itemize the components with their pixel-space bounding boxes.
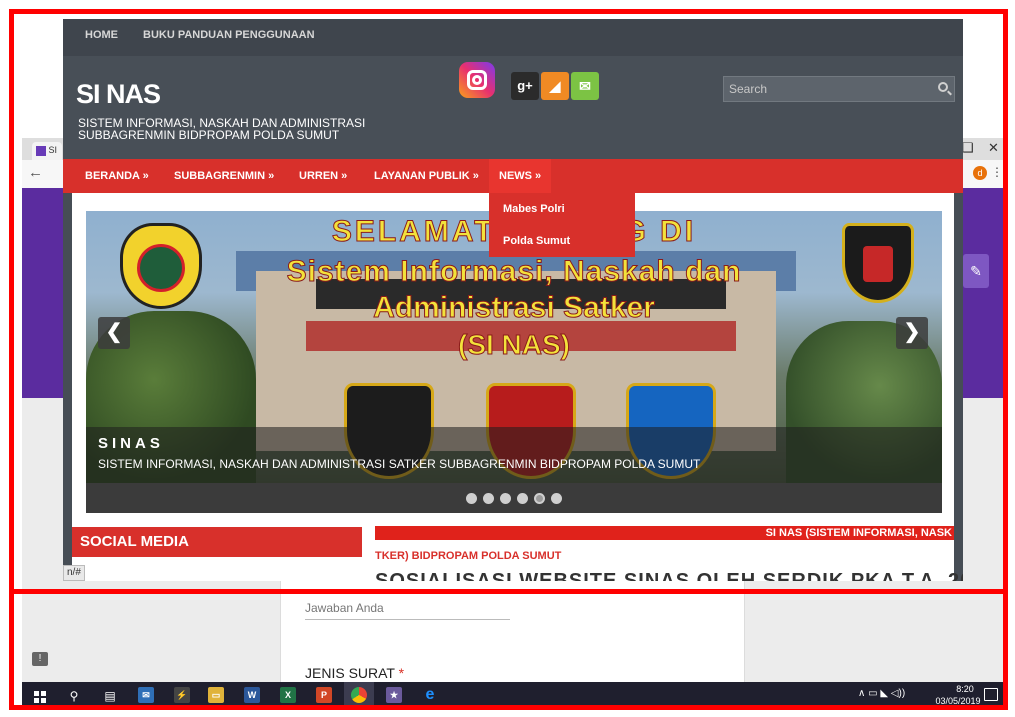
slider-pagination	[86, 491, 942, 509]
main-navigation: BERANDA » SUBBAGRENMIN » URREN » LAYANAN…	[63, 159, 963, 193]
nav-item-urren[interactable]: URREN »	[289, 159, 357, 193]
slider-prev-button[interactable]: ❮	[98, 317, 130, 349]
powerpoint-icon[interactable]: P	[316, 687, 332, 703]
nav-item-beranda[interactable]: BERANDA »	[75, 159, 159, 193]
start-button[interactable]	[30, 686, 50, 706]
file-explorer-icon[interactable]: ▭	[208, 687, 224, 703]
question-label: JENIS SURAT *	[305, 665, 404, 681]
search-taskbar-icon[interactable]: ⚲	[64, 686, 84, 706]
slider-dot[interactable]	[500, 493, 511, 504]
edge-icon[interactable]: e	[422, 687, 438, 703]
slide-caption-title: SINAS	[98, 435, 164, 452]
slider-dot[interactable]	[483, 493, 494, 504]
excel-icon[interactable]: X	[280, 687, 296, 703]
profile-avatar-icon[interactable]: d	[973, 166, 987, 180]
slider-dot[interactable]	[534, 493, 545, 504]
nav-item-news[interactable]: NEWS »	[489, 159, 552, 193]
slide-caption-text: SISTEM INFORMASI, NASKAH DAN ADMINISTRAS…	[98, 457, 701, 471]
forms-icon	[36, 145, 46, 156]
news-ticker-text[interactable]: SI NAS (SISTEM INFORMASI, NASK	[766, 526, 952, 540]
clock-date[interactable]: 03/05/2019	[928, 696, 988, 706]
top-bar: HOME BUKU PANDUAN PENGGUNAAN	[63, 19, 963, 56]
slider-dot[interactable]	[466, 493, 477, 504]
rss-icon[interactable]: ◢	[541, 72, 569, 100]
status-url-tooltip: n/#	[63, 565, 85, 581]
social-media-widget-title: SOCIAL MEDIA	[72, 527, 362, 557]
browser-menu-icon[interactable]: ⋮	[991, 165, 1003, 179]
slide-headline-line: Sistem Informasi, Naskah dan	[286, 255, 742, 289]
news-ticker-continuation[interactable]: TKER) BIDPROPAM POLDA SUMUT	[375, 550, 561, 562]
site-header: SI NAS SISTEM INFORMASI, NASKAH DAN ADMI…	[63, 56, 963, 159]
system-tray-icons[interactable]: ∧ ▭ ◣ ◁))	[858, 688, 905, 699]
instagram-lens	[472, 75, 482, 85]
topbar-home-link[interactable]: HOME	[85, 29, 118, 41]
pinned-app-2-icon[interactable]: ★	[386, 687, 402, 703]
sinas-website: HOME BUKU PANDUAN PENGGUNAAN SI NAS SIST…	[63, 19, 963, 581]
slider-next-button[interactable]: ❯	[896, 317, 928, 349]
slide-caption: SINAS SISTEM INFORMASI, NASKAH DAN ADMIN…	[86, 427, 942, 483]
search-input[interactable]	[724, 77, 929, 101]
mail-icon[interactable]: ✉	[571, 72, 599, 100]
windows-logo-icon	[34, 690, 46, 703]
required-mark: *	[398, 665, 405, 681]
pinned-app-icon[interactable]: ⚡	[174, 687, 190, 703]
chrome-icon[interactable]	[351, 687, 367, 703]
browser-tab-label: SI	[48, 145, 58, 155]
search-icon[interactable]	[938, 82, 948, 92]
task-view-icon[interactable]: ▤	[100, 686, 120, 706]
feedback-icon[interactable]: !	[32, 652, 48, 666]
topbar-guide-link[interactable]: BUKU PANDUAN PENGGUNAAN	[143, 29, 315, 41]
windows-taskbar: ⚲ ▤ ✉ ⚡ ▭ W X P ★ e ∧ ▭ ◣ ◁)) 8:20 03/05…	[22, 682, 1007, 710]
dropdown-item-polda-sumut[interactable]: Polda Sumut	[503, 235, 570, 247]
screen: SI ❑ ✕ ← d ⋮ ✎ Jawaban Anda JENIS SURAT …	[0, 0, 1015, 717]
restore-icon[interactable]: ❑	[962, 140, 974, 156]
nav-item-layanan-publik[interactable]: LAYANAN PUBLIK »	[364, 159, 489, 193]
browser-tab[interactable]: SI	[32, 142, 62, 160]
mail-app-icon[interactable]: ✉	[138, 687, 154, 703]
answer-input[interactable]: Jawaban Anda	[305, 601, 510, 620]
site-logo-subtitle: SISTEM INFORMASI, NASKAH DAN ADMINISTRAS…	[78, 116, 366, 142]
question-label-text: JENIS SURAT	[305, 665, 395, 681]
dropdown-item-mabes-polri[interactable]: Mabes Polri	[503, 203, 565, 215]
form-question-card: Jawaban Anda JENIS SURAT *	[280, 568, 745, 683]
edit-pencil-icon[interactable]: ✎	[963, 254, 989, 288]
instagram-icon[interactable]	[459, 62, 495, 98]
slide-headline-line: Administrasi Satker	[373, 291, 656, 325]
notification-center-icon[interactable]	[984, 688, 998, 701]
slider-dot[interactable]	[551, 493, 562, 504]
close-icon[interactable]: ✕	[988, 140, 999, 156]
google-plus-icon[interactable]: g+	[511, 72, 539, 100]
news-dropdown-menu: Mabes Polri Polda Sumut	[489, 193, 635, 257]
slide-headline-line: (SI NAS)	[458, 329, 571, 361]
word-icon[interactable]: W	[244, 687, 260, 703]
news-ticker: SI NAS (SISTEM INFORMASI, NASK	[375, 526, 954, 540]
site-logo-title[interactable]: SI NAS	[76, 79, 161, 110]
search-box	[723, 76, 955, 102]
nav-item-subbagrenmin[interactable]: SUBBAGRENMIN »	[164, 159, 284, 193]
post-title[interactable]: SOSIALISASI WEBSITE SINAS OLEH SERDIK PK…	[375, 570, 963, 581]
back-arrow-icon[interactable]: ←	[28, 164, 43, 181]
slider-dot[interactable]	[517, 493, 528, 504]
